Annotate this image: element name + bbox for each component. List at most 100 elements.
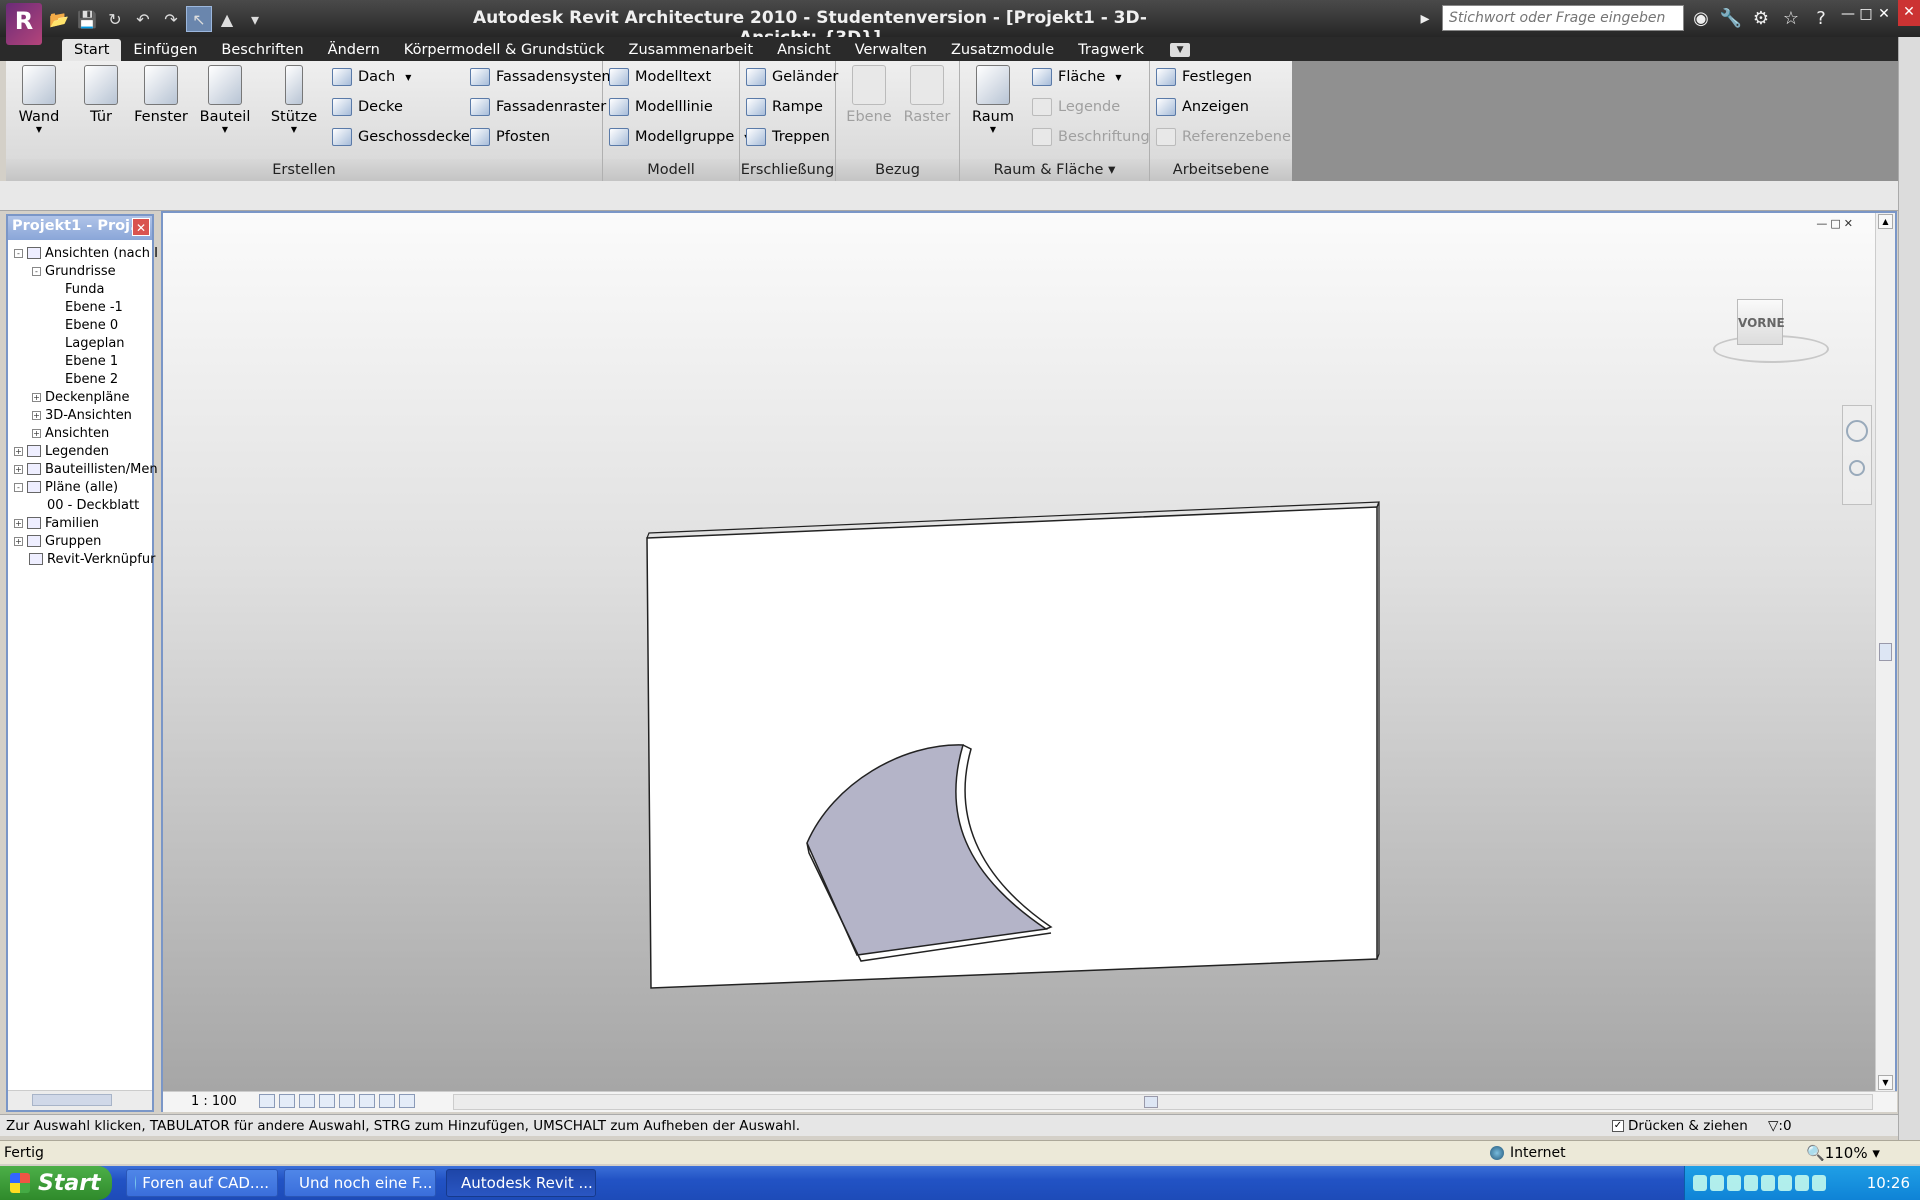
scrollbar-thumb[interactable]: [1879, 643, 1892, 661]
tree-item[interactable]: Revit-Verknüpfur: [14, 550, 155, 568]
scroll-up-icon[interactable]: ▲: [1878, 214, 1893, 229]
tray-help-icon[interactable]: [1693, 1175, 1707, 1191]
modelllinie-button[interactable]: Modelllinie: [609, 95, 713, 119]
scroll-down-icon[interactable]: ▼: [1878, 1075, 1893, 1090]
tray-device-icon[interactable]: [1744, 1175, 1758, 1191]
search-input[interactable]: [1442, 5, 1684, 31]
stuetze-button[interactable]: Stütze ▼: [265, 65, 323, 134]
tray-wifi-icon[interactable]: [1812, 1175, 1826, 1191]
tree-item[interactable]: + Bauteillisten/Men: [14, 460, 158, 478]
browser-horizontal-scrollbar[interactable]: [8, 1090, 152, 1110]
expand-search-icon[interactable]: ▸: [1412, 5, 1438, 31]
select-cursor-icon[interactable]: ↖: [186, 6, 212, 32]
raster-button[interactable]: Raster: [898, 65, 956, 125]
save-icon[interactable]: 💾: [74, 6, 100, 32]
pfosten-button[interactable]: Pfosten: [470, 125, 550, 149]
sync-icon[interactable]: ↻: [102, 6, 128, 32]
expand-icon[interactable]: +: [32, 392, 41, 402]
undo-icon[interactable]: ↶: [130, 6, 156, 32]
zoom-icon[interactable]: [1849, 460, 1865, 476]
dach-button[interactable]: Dach ▼: [332, 65, 411, 89]
wand-button[interactable]: Wand ▼: [10, 65, 68, 134]
minimize-icon[interactable]: —: [1816, 217, 1827, 230]
detail-level-icon[interactable]: [259, 1094, 275, 1108]
help-icon[interactable]: ?: [1808, 5, 1834, 31]
application-menu-button[interactable]: R: [6, 3, 42, 45]
decke-button[interactable]: Decke: [332, 95, 403, 119]
zoom-level[interactable]: 🔍110% ▾: [1806, 1144, 1880, 1162]
close-icon[interactable]: ✕: [1876, 6, 1892, 26]
subscription-icon[interactable]: 🔧: [1718, 5, 1744, 31]
viewcube[interactable]: VORNE: [1711, 291, 1829, 371]
tray-network-icon[interactable]: [1710, 1175, 1724, 1191]
tree-item[interactable]: Ebene 0: [50, 316, 118, 334]
tab-tragwerk[interactable]: Tragwerk: [1066, 39, 1156, 61]
expand-icon[interactable]: +: [14, 464, 23, 474]
visual-style-icon[interactable]: [279, 1094, 295, 1108]
tree-item[interactable]: Lageplan: [50, 334, 125, 352]
festlegen-button[interactable]: Festlegen: [1156, 65, 1252, 89]
anzeigen-button[interactable]: Anzeigen: [1156, 95, 1249, 119]
tab-verwalten[interactable]: Verwalten: [843, 39, 939, 61]
tree-item[interactable]: + Legenden: [14, 442, 109, 460]
tree-item[interactable]: + Gruppen: [14, 532, 101, 550]
expand-icon[interactable]: +: [14, 536, 23, 546]
binoculars-icon[interactable]: ◉: [1688, 5, 1714, 31]
drawing-canvas[interactable]: — □ ✕ VORNE: [163, 213, 1877, 1091]
view-horizontal-scrollbar[interactable]: [453, 1094, 1873, 1110]
tree-item[interactable]: Ebene 1: [50, 352, 118, 370]
referenzebene-button[interactable]: Referenzebene▼: [1156, 125, 1307, 149]
scrollbar-thumb[interactable]: [32, 1094, 112, 1106]
start-button[interactable]: Start: [0, 1166, 112, 1200]
beschriftung-button[interactable]: Beschriftung▼: [1032, 125, 1166, 149]
restore-icon[interactable]: □: [1858, 6, 1874, 26]
press-drag-checkbox[interactable]: ✓ Drücken & ziehen: [1612, 1118, 1748, 1134]
expand-icon[interactable]: +: [14, 446, 23, 456]
close-icon[interactable]: ✕: [132, 218, 150, 236]
raum-button[interactable]: Raum ▼: [964, 65, 1022, 134]
legende-button[interactable]: Legende: [1032, 95, 1120, 119]
expand-icon[interactable]: +: [14, 518, 23, 528]
filter-count[interactable]: ▽:0: [1768, 1118, 1792, 1134]
flaeche-button[interactable]: Fläche ▼: [1032, 65, 1122, 89]
reveal-hidden-icon[interactable]: [379, 1094, 395, 1108]
view-vertical-scrollbar[interactable]: ▲ ▼: [1875, 213, 1895, 1091]
geschossdecke-button[interactable]: Geschossdecke▼: [332, 125, 486, 149]
crop-view-icon[interactable]: [319, 1094, 335, 1108]
redo-icon[interactable]: ↷: [158, 6, 184, 32]
steering-wheel-icon[interactable]: [1846, 420, 1868, 442]
tab-start[interactable]: Start: [62, 39, 122, 61]
tuer-button[interactable]: Tür: [72, 65, 130, 125]
restore-icon[interactable]: □: [1830, 217, 1840, 230]
favorites-star-icon[interactable]: ☆: [1778, 5, 1804, 31]
tree-item[interactable]: - Grundrisse: [32, 262, 116, 280]
treppen-button[interactable]: Treppen: [746, 125, 830, 149]
browser-close-icon[interactable]: ✕: [1898, 0, 1920, 26]
tab-zusammenarbeit[interactable]: Zusammenarbeit: [617, 39, 766, 61]
tab-aendern[interactable]: Ändern: [316, 39, 392, 61]
fassadenraster-button[interactable]: Fassadenraster: [470, 95, 606, 119]
tree-item[interactable]: + Familien: [14, 514, 99, 532]
collapse-icon[interactable]: -: [32, 266, 41, 276]
tree-item[interactable]: +3D-Ansichten: [32, 406, 132, 424]
show-crop-icon[interactable]: [339, 1094, 355, 1108]
viewcube-front-face[interactable]: VORNE: [1737, 299, 1785, 345]
checkbox-icon[interactable]: ✓: [1612, 1120, 1624, 1132]
tree-item[interactable]: - Pläne (alle): [14, 478, 118, 496]
tree-item[interactable]: Funda: [50, 280, 104, 298]
tab-beschriften[interactable]: Beschriften: [209, 39, 315, 61]
tray-usb-icon[interactable]: [1778, 1175, 1792, 1191]
taskbar-item-revit[interactable]: Autodesk Revit ...: [446, 1169, 596, 1197]
taskbar-item-forum-2[interactable]: Und noch eine F...: [284, 1169, 436, 1197]
tree-item[interactable]: + Ansichten: [32, 424, 109, 442]
tree-item[interactable]: Ebene 2: [50, 370, 118, 388]
modellgruppe-button[interactable]: Modellgruppe▼: [609, 125, 750, 149]
tab-einfuegen[interactable]: Einfügen: [121, 39, 209, 61]
tab-zusatzmodule[interactable]: Zusatzmodule: [939, 39, 1066, 61]
expand-icon[interactable]: +: [32, 410, 41, 420]
tree-item[interactable]: - Ansichten (nach I: [14, 244, 158, 262]
panel-title-raum-flaeche[interactable]: Raum & Fläche ▾: [960, 159, 1149, 181]
taskbar-item-forum[interactable]: Foren auf CAD....: [126, 1169, 278, 1197]
default-3d-view-icon[interactable]: ▲: [214, 6, 240, 32]
expand-icon[interactable]: +: [32, 428, 41, 438]
